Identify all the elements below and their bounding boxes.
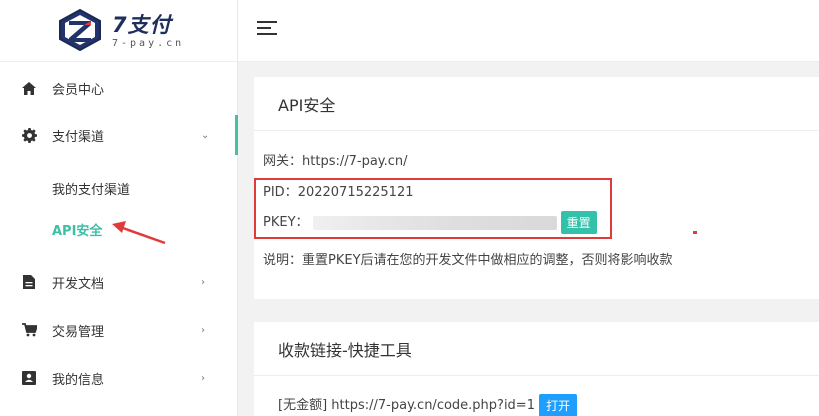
document-icon xyxy=(21,274,37,290)
chevron-down-icon: ⌄ xyxy=(201,129,210,141)
payment-link-card: 收款链接-快捷工具 [无金额] https://7-pay.cn/code.ph… xyxy=(254,322,819,416)
chevron-right-icon: › xyxy=(201,276,205,288)
chevron-right-icon: › xyxy=(201,372,205,384)
sidebar-item-label: 开发文档 xyxy=(52,276,105,292)
api-security-card: API安全 网关：https://7-pay.cn/ PID：202207152… xyxy=(254,77,819,299)
id-card-icon xyxy=(21,370,37,386)
link-row: [无金额] https://7-pay.cn/code.php?id=1 打开 xyxy=(278,394,578,416)
reset-pkey-button[interactable]: 重置 xyxy=(560,211,597,234)
gateway-label: 网关： xyxy=(263,154,303,169)
card-title: 收款链接-快捷工具 xyxy=(254,322,819,376)
gateway-row: 网关：https://7-pay.cn/ xyxy=(263,150,408,169)
sidebar-item-transactions[interactable]: 交易管理 › xyxy=(0,310,238,350)
pkey-value-redacted xyxy=(312,215,557,230)
pkey-label: PKEY： xyxy=(263,215,309,230)
brand-logo-icon xyxy=(59,8,101,52)
brand-title: 7支付 xyxy=(112,13,172,37)
link-prefix: [无金额] xyxy=(278,398,328,413)
red-mark xyxy=(693,231,697,234)
logo[interactable]: 7支付 7-pay.cn xyxy=(0,0,238,62)
card-title: API安全 xyxy=(254,77,819,131)
open-link-button[interactable]: 打开 xyxy=(539,394,578,416)
sidebar-item-label: 交易管理 xyxy=(52,324,105,340)
annotation-arrow-icon xyxy=(112,221,166,245)
top-bar xyxy=(238,0,819,62)
pid-row: PID：20220715225121 xyxy=(263,181,413,200)
menu-toggle-icon[interactable] xyxy=(257,21,277,37)
chevron-right-icon: › xyxy=(201,324,205,336)
pkey-row: PKEY： 重置 xyxy=(263,211,597,234)
gear-icon xyxy=(21,127,37,143)
sidebar-subitem-my-channels[interactable]: 我的支付渠道 xyxy=(52,179,130,198)
sidebar-item-label: 支付渠道 xyxy=(52,129,105,145)
sidebar-item-my-info[interactable]: 我的信息 › xyxy=(0,358,238,398)
sidebar-item-member-center[interactable]: 会员中心 xyxy=(0,68,238,108)
sidebar: 7支付 7-pay.cn 会员中心 支付渠道 ⌄ 我的支付渠道 API安全 开发… xyxy=(0,0,238,416)
note-text: 说明：重置PKEY后请在您的开发文件中做相应的调整，否则将影响收款 xyxy=(263,253,673,268)
home-icon xyxy=(21,80,37,96)
link-url: https://7-pay.cn/code.php?id=1 xyxy=(331,398,535,413)
pid-label: PID： xyxy=(263,185,298,200)
sidebar-item-label: 我的信息 xyxy=(52,372,105,388)
cart-icon xyxy=(21,322,37,338)
pid-value: 20220715225121 xyxy=(297,185,414,200)
sidebar-item-label: 会员中心 xyxy=(52,82,105,98)
sidebar-subitem-api-security[interactable]: API安全 xyxy=(52,220,102,239)
gateway-url: https://7-pay.cn/ xyxy=(302,154,408,169)
sidebar-item-dev-docs[interactable]: 开发文档 › xyxy=(0,262,238,302)
sidebar-item-payment-channel[interactable]: 支付渠道 ⌄ xyxy=(0,115,238,155)
brand-subtitle: 7-pay.cn xyxy=(112,38,185,49)
